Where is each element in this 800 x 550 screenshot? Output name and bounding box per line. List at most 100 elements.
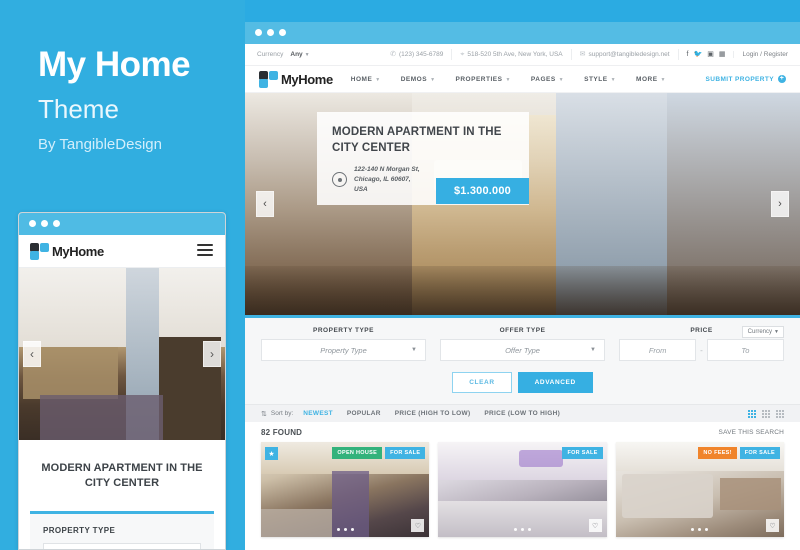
list-view-icon[interactable] [762, 409, 770, 418]
chevron-down-icon: ▼ [660, 76, 666, 83]
badge-for-sale: FOR SALE [739, 447, 780, 459]
linkedin-icon[interactable]: ▦ [719, 51, 726, 58]
sort-option-price-low-high[interactable]: PRICE (LOW TO HIGH) [484, 410, 560, 417]
price-range-dash: - [700, 345, 703, 355]
site-logo[interactable]: MyHome [259, 70, 333, 88]
nav-item-style[interactable]: STYLE ▼ [584, 76, 616, 83]
favorite-heart-icon[interactable]: ♡ [588, 519, 602, 532]
instagram-icon[interactable]: ▣ [707, 51, 714, 58]
hero-address-line1: 122-140 N Morgan St, [354, 166, 420, 174]
hero-property-card: MODERN APARTMENT IN THE CITY CENTER 122-… [317, 112, 529, 206]
price-to-placeholder: To [741, 345, 750, 355]
property-card-grid: ★ OPEN HOUSE FOR SALE ♡ FOR SALE ♡ NO FE… [245, 442, 800, 537]
grid-view-icon[interactable] [748, 409, 756, 418]
twitter-icon[interactable]: 🐦 [694, 51, 703, 58]
chevron-down-icon: ▼ [558, 76, 565, 83]
phone-text: (123) 345-6789 [398, 51, 444, 58]
hero-property-address: 122-140 N Morgan St, Chicago, IL 60607, … [354, 165, 421, 194]
property-type-value: Property Type [320, 345, 367, 355]
offer-type-select[interactable]: Offer Type ▼ [440, 339, 605, 361]
table-row[interactable]: FOR SALE ♡ [438, 442, 607, 537]
nav-item-properties[interactable]: PROPERTIES ▼ [456, 76, 511, 83]
mobile-hero-title: MODERN APARTMENT IN THE CITY CENTER [41, 462, 203, 489]
window-dot-maximize[interactable] [279, 29, 286, 36]
nav-label: PROPERTIES [455, 75, 503, 83]
browser-window-chrome [245, 22, 800, 44]
nav-label: MORE [636, 75, 658, 83]
address-item: ⌖ 518-520 5th Ave, New York, USA [452, 49, 572, 60]
window-dot-maximize[interactable] [53, 220, 60, 227]
nav-item-more[interactable]: MORE ▼ [636, 76, 666, 83]
card-badges: NO FEES! FOR SALE [698, 447, 780, 459]
nav-item-home[interactable]: HOME ▼ [351, 76, 381, 83]
advanced-button[interactable]: ADVANCED [517, 372, 593, 393]
nav-menu: HOME ▼ DEMOS ▼ PROPERTIES ▼ PAGES ▼ STYLE ▼ M… [351, 76, 666, 83]
chevron-down-icon: ▼ [590, 347, 596, 353]
hero-property-price: $1.300.000 [435, 177, 529, 204]
nav-item-demos[interactable]: DEMOS ▼ [401, 76, 436, 83]
login-register-link[interactable]: Login / Register [733, 51, 788, 58]
favorite-heart-icon[interactable]: ♡ [765, 519, 779, 532]
submit-property-button[interactable]: SUBMIT PROPERTY + [706, 75, 786, 83]
hero-prev-arrow[interactable]: ‹ [256, 191, 274, 217]
email-item[interactable]: ✉ support@tangibledesign.net [572, 49, 679, 60]
mobile-property-type-label: PROPERTY TYPE [43, 526, 116, 535]
hero-slider: ‹ › MODERN APARTMENT IN THE CITY CENTER … [245, 93, 800, 315]
card-badges: OPEN HOUSE FOR SALE [332, 447, 426, 459]
sort-icon: ⇅ [261, 410, 267, 418]
nav-item-pages[interactable]: PAGES ▼ [531, 76, 564, 83]
mobile-hero-next-arrow[interactable]: › [203, 341, 221, 367]
currency-value: Any [290, 51, 303, 58]
badge-for-sale: FOR SALE [385, 447, 426, 459]
chevron-down-icon: ▼ [774, 329, 779, 335]
phone-icon: ✆ [390, 51, 396, 58]
window-dot-minimize[interactable] [267, 29, 274, 36]
mobile-logo[interactable]: MyHome [30, 243, 104, 260]
carousel-dots[interactable] [438, 528, 606, 531]
submit-property-label: SUBMIT PROPERTY [705, 75, 774, 83]
offer-type-label: OFFER TYPE [499, 327, 546, 334]
currency-label: Currency [257, 51, 284, 58]
plus-circle-icon: + [778, 75, 786, 83]
carousel-dots[interactable] [616, 528, 784, 531]
price-from-input[interactable]: From [619, 339, 697, 361]
window-dot-close[interactable] [255, 29, 262, 36]
hamburger-icon[interactable] [197, 244, 213, 257]
clear-button[interactable]: CLEAR [452, 372, 512, 393]
hero-next-arrow[interactable]: › [771, 191, 789, 217]
table-row[interactable]: NO FEES! FOR SALE ♡ [615, 442, 784, 537]
facebook-icon[interactable]: f [687, 51, 689, 58]
sort-option-price-high-low[interactable]: PRICE (HIGH TO LOW) [395, 410, 471, 417]
sort-option-popular[interactable]: POPULAR [347, 410, 381, 417]
currency-dropdown-value: Currency [747, 329, 772, 335]
property-type-select[interactable]: Property Type ▼ [261, 339, 426, 361]
save-this-search-link[interactable]: SAVE THIS SEARCH [719, 429, 784, 436]
email-text: support@tangibledesign.net [588, 51, 670, 58]
mobile-hero-slider: ‹ › [19, 268, 225, 440]
mobile-mockup: MyHome ‹ › MODERN APARTMENT IN THE CITY … [18, 212, 226, 550]
sort-by-label: Sort by: [270, 410, 294, 417]
property-type-label: PROPERTY TYPE [313, 327, 374, 334]
table-row[interactable]: ★ OPEN HOUSE FOR SALE ♡ [261, 442, 430, 537]
window-dot-minimize[interactable] [41, 220, 48, 227]
carousel-dots[interactable] [261, 528, 429, 531]
hero-address-line2: Chicago, IL 60607, USA [354, 175, 411, 193]
mobile-hero-prev-arrow[interactable]: ‹ [23, 341, 41, 367]
page-title: My Home [38, 45, 191, 84]
window-dot-close[interactable] [29, 220, 36, 227]
favorite-heart-icon[interactable]: ♡ [411, 519, 425, 532]
mobile-property-type-select[interactable]: Property Type ▼ [43, 543, 201, 549]
mobile-search-panel: PROPERTY TYPE Property Type ▼ [30, 511, 214, 549]
phone-item[interactable]: ✆ (123) 345-6789 [382, 49, 453, 60]
nav-label: PAGES [530, 75, 556, 83]
currency-selector[interactable]: Any ▼ [290, 51, 309, 58]
address-text: 518-520 5th Ave, New York, USA [467, 51, 563, 58]
house-squares-logo-icon [259, 70, 278, 88]
price-from-placeholder: From [648, 345, 667, 355]
compact-view-icon[interactable] [776, 409, 784, 418]
sort-option-newest[interactable]: NEWEST [303, 410, 333, 417]
featured-star-icon[interactable]: ★ [265, 447, 278, 460]
badge-no-fees: NO FEES! [698, 447, 737, 459]
currency-dropdown[interactable]: Currency ▼ [741, 326, 784, 338]
price-to-input[interactable]: To [706, 339, 785, 361]
